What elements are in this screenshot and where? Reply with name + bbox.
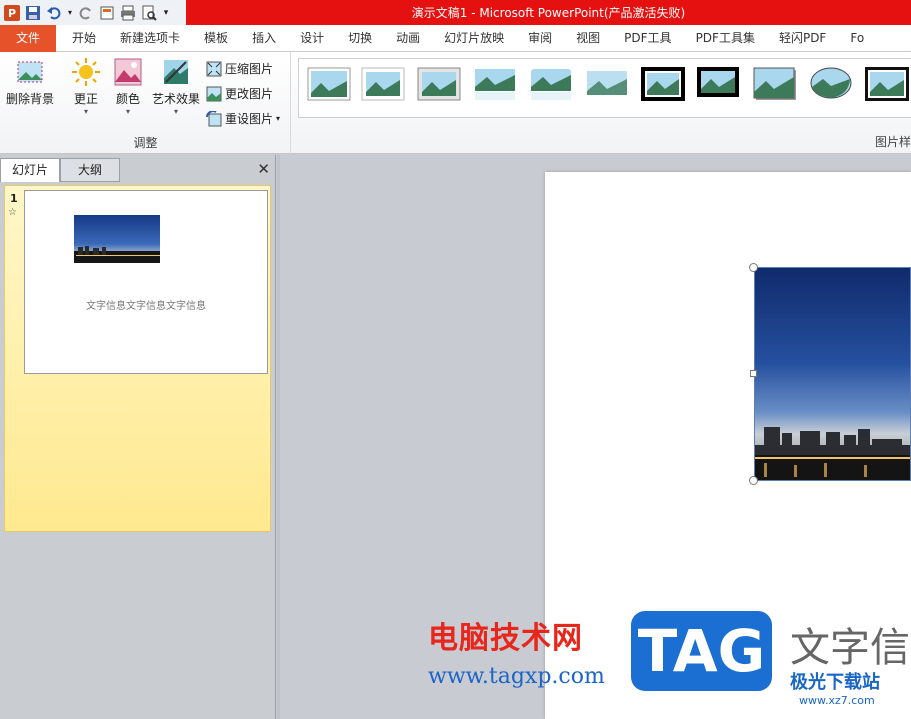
picture-style-beveled[interactable] bbox=[417, 67, 461, 101]
tab-transitions[interactable]: 切换 bbox=[336, 25, 384, 52]
watermark-brand-url: www.xz7.com bbox=[799, 694, 875, 707]
slide-thumbnail-item[interactable]: 1 ☆ 文字信息文字信息文字信息 bbox=[4, 185, 271, 532]
sun-icon bbox=[72, 58, 100, 86]
tab-animations[interactable]: 动画 bbox=[384, 25, 432, 52]
artistic-effects-icon bbox=[164, 60, 188, 84]
watermark-site-url: www.tagxp.com bbox=[428, 664, 605, 689]
night-cityscape-image bbox=[754, 267, 911, 481]
selected-picture[interactable] bbox=[754, 267, 911, 481]
tab-slideshow[interactable]: 幻灯片放映 bbox=[432, 25, 516, 52]
picture-style-plain-shadow[interactable] bbox=[753, 67, 797, 101]
slide-number: 1 bbox=[10, 192, 18, 205]
chevron-down-icon: ▾ bbox=[276, 114, 281, 123]
thumbnail-picture bbox=[74, 215, 160, 263]
powerpoint-logo-icon[interactable]: P bbox=[3, 4, 21, 22]
color-icon bbox=[114, 58, 142, 86]
tab-pdf-toolset[interactable]: PDF工具集 bbox=[684, 25, 767, 52]
slides-pane: 幻灯片 大纲 ✕ 1 ☆ 文字信息文字信息文字信息 bbox=[0, 155, 276, 719]
picture-style-reflected[interactable] bbox=[473, 67, 517, 101]
reset-picture-icon bbox=[206, 110, 222, 126]
remove-background-icon bbox=[17, 61, 43, 83]
corrections-label: 更正 bbox=[73, 92, 98, 106]
corrections-button[interactable]: 更正 ▾ bbox=[70, 56, 102, 116]
slide-text-partial: 文字信 bbox=[790, 625, 910, 671]
save-icon[interactable] bbox=[24, 4, 42, 22]
picture-style-black-shadow[interactable] bbox=[697, 67, 741, 101]
undo-icon[interactable] bbox=[45, 4, 63, 22]
tab-file[interactable]: 文件 bbox=[0, 24, 57, 52]
change-picture-label: 更改图片 bbox=[225, 87, 274, 101]
tab-template[interactable]: 模板 bbox=[192, 25, 240, 52]
reset-picture-label: 重设图片 bbox=[225, 112, 274, 126]
chevron-down-icon: ▾ bbox=[174, 107, 179, 116]
watermark-tag-logo: TAG bbox=[631, 611, 772, 691]
picture-style-soft-edge[interactable] bbox=[361, 67, 405, 101]
color-label: 颜色 bbox=[115, 92, 140, 106]
quick-access-toolbar: P ▾ ▾ bbox=[0, 0, 186, 25]
customize-qat-icon[interactable]: ▾ bbox=[161, 4, 171, 22]
resize-handle-top-left[interactable] bbox=[749, 263, 758, 272]
chevron-down-icon: ▾ bbox=[83, 107, 88, 116]
tab-insert[interactable]: 插入 bbox=[240, 25, 288, 52]
tab-new-tab[interactable]: 新建选项卡 bbox=[108, 25, 192, 52]
redo-icon[interactable] bbox=[77, 4, 95, 22]
resize-handle-bottom-left[interactable] bbox=[749, 476, 758, 485]
change-picture-button[interactable]: 更改图片 bbox=[206, 85, 273, 102]
close-pane-icon[interactable]: ✕ bbox=[257, 160, 270, 178]
undo-dropdown-icon[interactable]: ▾ bbox=[66, 4, 74, 22]
resize-handle-left[interactable] bbox=[750, 370, 757, 377]
compress-pictures-button[interactable]: 压缩图片 bbox=[206, 60, 273, 77]
new-slide-icon[interactable] bbox=[98, 4, 116, 22]
color-button[interactable]: 颜色 ▾ bbox=[112, 56, 144, 116]
compress-icon bbox=[206, 61, 222, 76]
watermark-brand: 极光下载站 bbox=[790, 672, 880, 693]
picture-style-reflected-rounded[interactable] bbox=[529, 67, 573, 101]
chevron-down-icon: ▾ bbox=[125, 107, 130, 116]
picture-styles-gallery bbox=[298, 58, 911, 118]
artistic-effects-label: 艺术效果 bbox=[152, 92, 201, 106]
ribbon: 删除背景 更正 ▾ 颜色 ▾ 艺术效果 ▾ 压缩图片 更改图片 重设图片 ▾ 调… bbox=[0, 52, 911, 154]
picture-style-black-frame[interactable] bbox=[865, 67, 909, 101]
print-preview-icon[interactable] bbox=[140, 4, 158, 22]
animation-star-icon: ☆ bbox=[8, 207, 17, 218]
thumbnail-text: 文字信息文字信息文字信息 bbox=[86, 301, 206, 312]
tab-view[interactable]: 视图 bbox=[564, 25, 612, 52]
slide-thumbnail[interactable]: 文字信息文字信息文字信息 bbox=[24, 190, 268, 374]
tab-review[interactable]: 审阅 bbox=[516, 25, 564, 52]
tab-home[interactable]: 开始 bbox=[60, 25, 108, 52]
title-bar: P ▾ ▾ 演示文稿1 - Microsoft PowerPoint(产品激活失… bbox=[0, 0, 911, 25]
window-title: 演示文稿1 - Microsoft PowerPoint(产品激活失败) bbox=[186, 0, 911, 25]
artistic-effects-button[interactable]: 艺术效果 ▾ bbox=[152, 56, 200, 116]
adjust-group-label: 调整 bbox=[133, 136, 158, 150]
tab-format[interactable]: Fo bbox=[838, 25, 876, 52]
tab-slides[interactable]: 幻灯片 bbox=[0, 158, 60, 182]
picture-styles-group-label: 图片样 bbox=[875, 135, 911, 149]
change-picture-icon bbox=[206, 86, 222, 101]
slides-pane-tabs: 幻灯片 大纲 ✕ bbox=[0, 158, 276, 182]
print-icon[interactable] bbox=[119, 4, 137, 22]
svg-text:P: P bbox=[8, 7, 16, 20]
tab-outline[interactable]: 大纲 bbox=[60, 158, 120, 182]
remove-background-button[interactable]: 删除背景 bbox=[6, 56, 54, 107]
tab-pdf-tools[interactable]: PDF工具 bbox=[612, 25, 683, 52]
picture-style-thick-black[interactable] bbox=[641, 67, 685, 101]
compress-label: 压缩图片 bbox=[225, 62, 274, 76]
tab-design[interactable]: 设计 bbox=[288, 25, 336, 52]
remove-background-label: 删除背景 bbox=[6, 92, 55, 106]
watermark-site-name: 电脑技术网 bbox=[428, 621, 583, 656]
picture-style-oval[interactable] bbox=[809, 67, 853, 101]
reset-picture-button[interactable]: 重设图片 ▾ bbox=[206, 110, 280, 127]
ribbon-tabs: 文件 开始 新建选项卡 模板 插入 设计 切换 动画 幻灯片放映 审阅 视图 P… bbox=[0, 24, 911, 52]
picture-style-soft-oval[interactable] bbox=[585, 67, 629, 101]
adjust-group: 删除背景 更正 ▾ 颜色 ▾ 艺术效果 ▾ 压缩图片 更改图片 重设图片 ▾ 调… bbox=[0, 52, 291, 154]
picture-style-simple-frame[interactable] bbox=[307, 67, 351, 101]
tab-qingshan-pdf[interactable]: 轻闪PDF bbox=[767, 25, 838, 52]
